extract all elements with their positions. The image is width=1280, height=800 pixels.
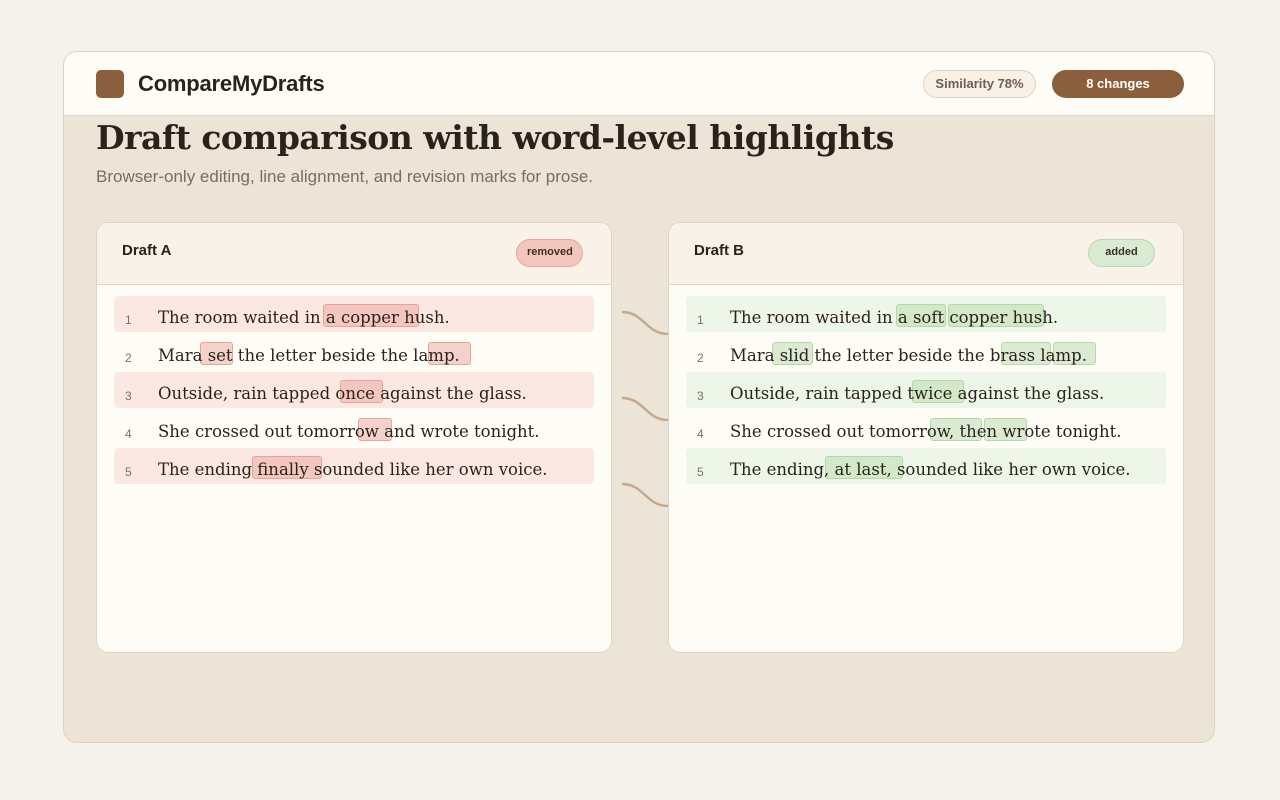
draft-a-line-4[interactable]: 4 She crossed out tomorrow and wrote ton…	[114, 410, 594, 446]
similarity-badge: Similarity 78%	[923, 70, 1036, 98]
draft-a-line-2[interactable]: 2 Mara set the letter beside the lamp.	[114, 334, 594, 370]
draft-a-line-5[interactable]: 5 The ending finally sounded like her ow…	[114, 448, 594, 484]
line-text[interactable]: The ending finally sounded like her own …	[158, 460, 547, 479]
line-number: 1	[125, 313, 132, 327]
connector-line	[622, 482, 668, 508]
line-number: 4	[125, 427, 132, 441]
draft-b-title: Draft B	[694, 242, 745, 259]
draft-a-title: Draft A	[122, 242, 172, 259]
line-number: 4	[697, 427, 704, 441]
app-window: CompareMyDrafts Similarity 78% 8 changes…	[63, 51, 1215, 743]
draft-b-lines[interactable]: 1 The room waited in a soft copper hush.…	[686, 296, 1166, 486]
draft-b-line-4[interactable]: 4 She crossed out tomorrow, then wrote t…	[686, 410, 1166, 446]
line-text[interactable]: Mara slid the letter beside the brass la…	[730, 346, 1087, 365]
line-number: 5	[697, 465, 704, 479]
draft-a-panel: Draft A removed 1 The room waited in a c…	[96, 222, 612, 653]
line-text[interactable]: Mara set the letter beside the lamp.	[158, 346, 460, 365]
line-text[interactable]: Outside, rain tapped twice against the g…	[730, 384, 1104, 403]
line-text[interactable]: Outside, rain tapped once against the gl…	[158, 384, 527, 403]
line-text[interactable]: She crossed out tomorrow, then wrote ton…	[730, 422, 1121, 441]
draft-b-header: Draft B added	[669, 223, 1183, 285]
line-number: 5	[125, 465, 132, 479]
draft-b-line-3[interactable]: 3 Outside, rain tapped twice against the…	[686, 372, 1166, 408]
line-text[interactable]: The room waited in a copper hush.	[158, 308, 450, 327]
alignment-connectors	[622, 310, 668, 508]
removed-badge: removed	[516, 239, 583, 267]
page-title: Draft comparison with word-level highlig…	[96, 118, 894, 157]
logo-icon	[96, 70, 124, 98]
draft-a-line-3[interactable]: 3 Outside, rain tapped once against the …	[114, 372, 594, 408]
draft-a-header: Draft A removed	[97, 223, 611, 285]
draft-b-line-2[interactable]: 2 Mara slid the letter beside the brass …	[686, 334, 1166, 370]
line-text[interactable]: She crossed out tomorrow and wrote tonig…	[158, 422, 540, 441]
page-subtitle: Browser-only editing, line alignment, an…	[96, 167, 594, 186]
top-bar: CompareMyDrafts Similarity 78% 8 changes	[64, 52, 1214, 116]
draft-b-panel: Draft B added 1 The room waited in a sof…	[668, 222, 1184, 653]
line-text[interactable]: The room waited in a soft copper hush.	[730, 308, 1058, 327]
draft-b-line-1[interactable]: 1 The room waited in a soft copper hush.	[686, 296, 1166, 332]
changes-button[interactable]: 8 changes	[1052, 70, 1184, 98]
line-number: 2	[697, 351, 704, 365]
draft-a-line-1[interactable]: 1 The room waited in a copper hush.	[114, 296, 594, 332]
added-badge: added	[1088, 239, 1155, 267]
line-number: 2	[125, 351, 132, 365]
app-name: CompareMyDrafts	[138, 71, 325, 96]
line-number: 3	[697, 389, 704, 403]
line-number: 1	[697, 313, 704, 327]
line-number: 3	[125, 389, 132, 403]
connector-line	[622, 310, 668, 336]
connector-line	[622, 396, 668, 422]
line-text[interactable]: The ending, at last, sounded like her ow…	[730, 460, 1131, 479]
draft-a-lines[interactable]: 1 The room waited in a copper hush. 2 Ma…	[114, 296, 594, 486]
draft-b-line-5[interactable]: 5 The ending, at last, sounded like her …	[686, 448, 1166, 484]
